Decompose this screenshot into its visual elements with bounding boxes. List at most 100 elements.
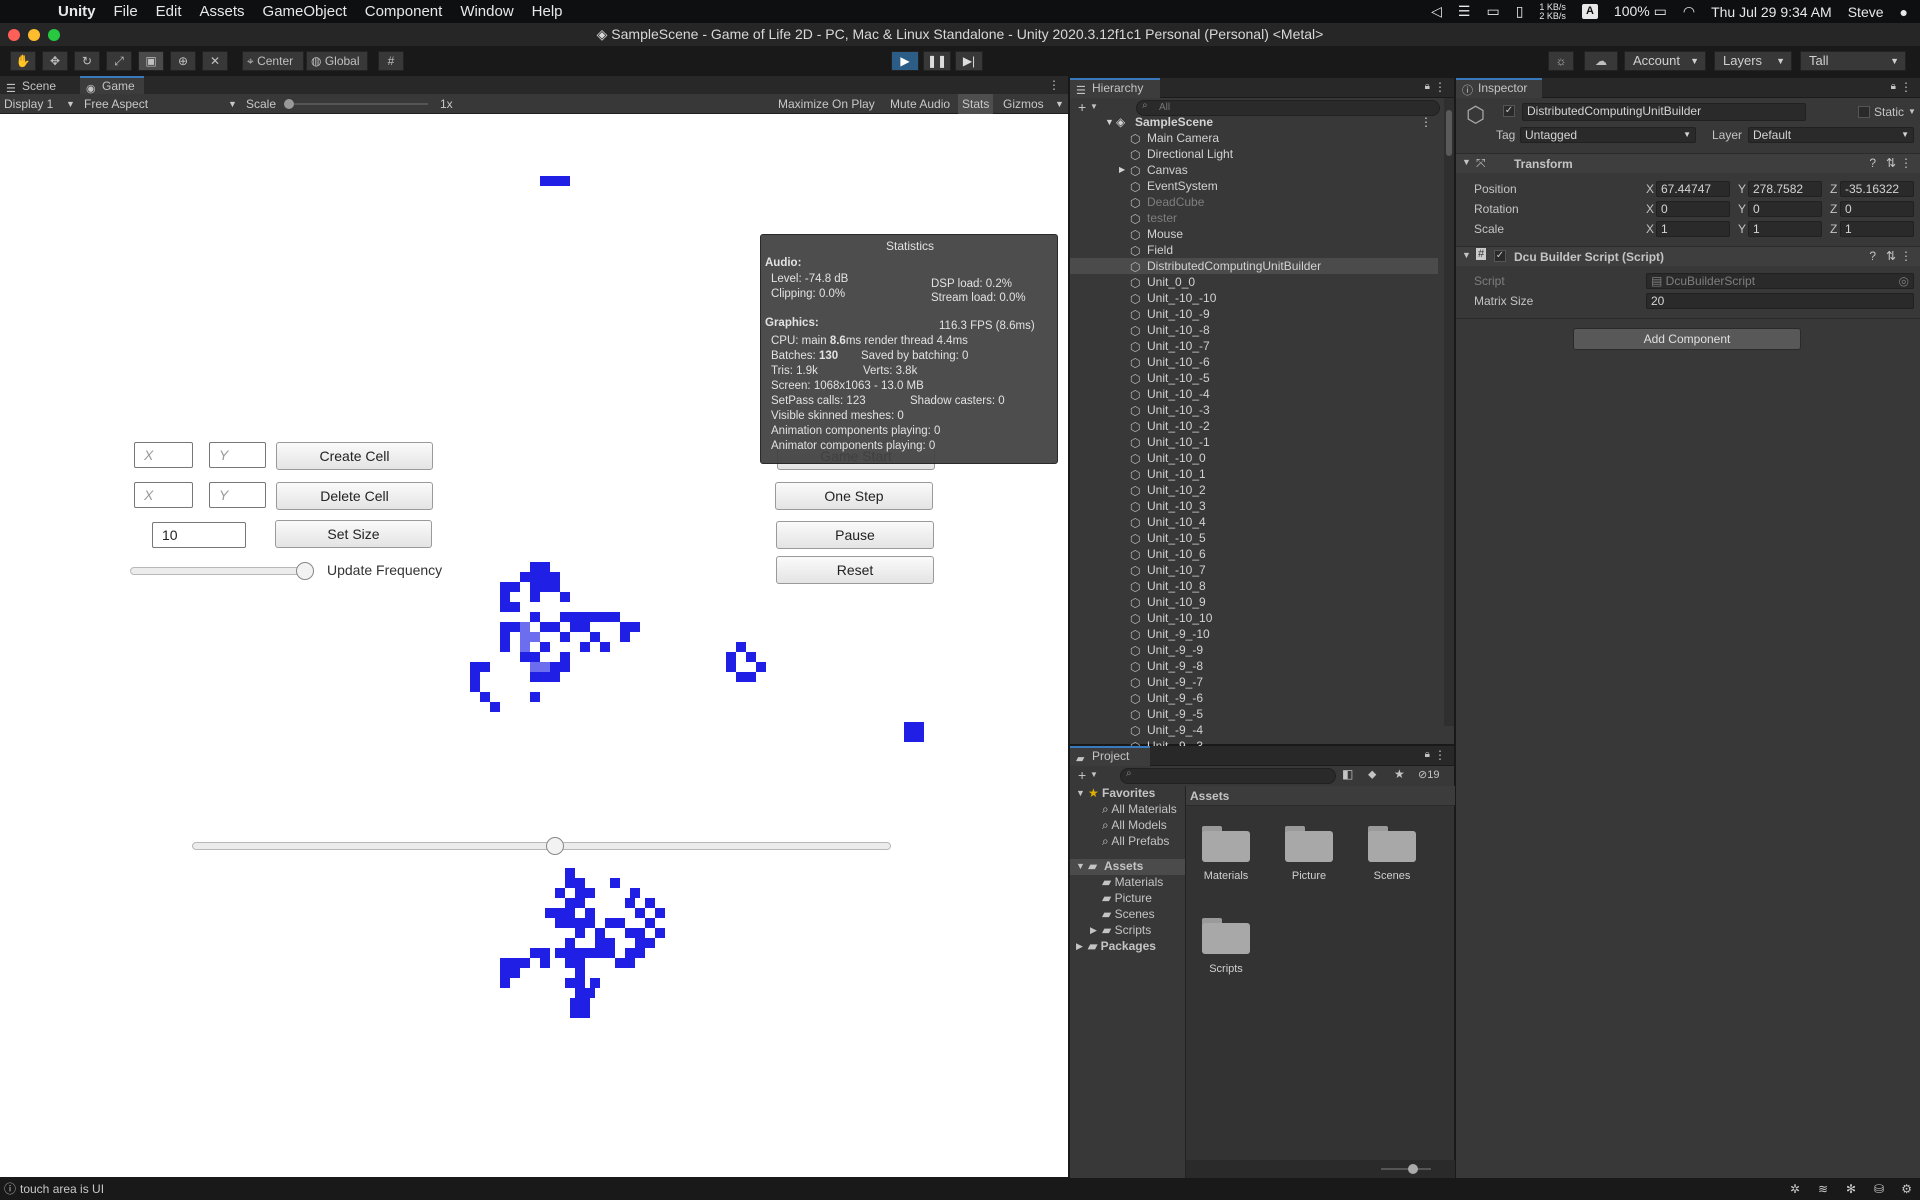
hierarchy-item[interactable]: ⬡ Unit_-10_-10 xyxy=(1070,290,1438,306)
expand-arrow-icon[interactable]: ▶ xyxy=(1119,162,1125,178)
preset-icon[interactable]: ⇅ xyxy=(1886,249,1896,263)
label-icon[interactable]: ⬥ xyxy=(1368,767,1376,782)
bottom-slider[interactable] xyxy=(192,842,891,850)
delete-x-input[interactable]: X xyxy=(134,482,193,508)
script-component-header[interactable]: ▼ # ✓ Dcu Builder Script (Script) ? ⇅ ⋮ xyxy=(1456,246,1920,266)
component-menu-icon[interactable]: ⋮ xyxy=(1900,249,1912,263)
game-view[interactable]: X Y Create Cell X Y Delete Cell 10 Set S… xyxy=(0,114,1068,1177)
hierarchy-item[interactable]: ⬡ Field xyxy=(1070,242,1438,258)
object-name-input[interactable]: DistributedComputingUnitBuilder xyxy=(1522,103,1806,121)
tab-game[interactable]: ◉ Game xyxy=(80,76,144,96)
rect-tool-icon[interactable]: ▣ xyxy=(138,51,164,71)
pause-button[interactable]: Pause xyxy=(776,521,934,549)
preset-icon[interactable]: ⇅ xyxy=(1886,156,1896,170)
create-cell-button[interactable]: Create Cell xyxy=(276,442,433,470)
expand-arrow-icon[interactable]: ▶ xyxy=(1076,941,1083,952)
active-checkbox[interactable]: ✓ xyxy=(1503,105,1515,117)
clock[interactable]: Thu Jul 29 9:34 AM xyxy=(1711,4,1832,20)
hierarchy-item[interactable]: ⬡ Unit_0_0 xyxy=(1070,274,1438,290)
tree-materials[interactable]: ▰ Materials xyxy=(1102,875,1163,889)
matrix-size-field[interactable]: 20 xyxy=(1646,293,1914,309)
size-input[interactable]: 10 xyxy=(152,522,246,548)
favorite-all-prefabs[interactable]: ⌕ All Prefabs xyxy=(1102,834,1169,849)
scale-slider-handle[interactable] xyxy=(284,99,294,109)
bottom-slider-handle[interactable] xyxy=(546,837,565,855)
gizmos-toggle[interactable]: Gizmos xyxy=(1003,97,1044,111)
one-step-button[interactable]: One Step xyxy=(775,482,933,510)
cache-icon[interactable]: ⛁ xyxy=(1874,1178,1884,1200)
menu-help[interactable]: Help xyxy=(532,3,563,20)
step-button[interactable]: ▶| xyxy=(955,51,983,71)
progress-icon[interactable]: ≋ xyxy=(1818,1178,1828,1200)
component-menu-icon[interactable]: ⋮ xyxy=(1900,156,1912,170)
close-window-button[interactable] xyxy=(8,29,20,41)
script-enabled-checkbox[interactable]: ✓ xyxy=(1494,250,1506,262)
display-icon[interactable]: ▭ xyxy=(1486,3,1499,20)
chevron-down-icon[interactable]: ▼ xyxy=(1908,107,1916,116)
expand-arrow-icon[interactable]: ▼ xyxy=(1076,788,1085,798)
favorite-all-materials[interactable]: ⌕ All Materials xyxy=(1102,802,1177,817)
favorite-all-models[interactable]: ⌕ All Models xyxy=(1102,818,1167,833)
scale-y-field[interactable]: 1 xyxy=(1748,221,1822,237)
maximize-on-play-toggle[interactable]: Maximize On Play xyxy=(778,97,875,111)
hierarchy-item[interactable]: ▶ ⬡ Canvas xyxy=(1070,162,1438,178)
settings-icon[interactable]: ⚙ xyxy=(1901,1178,1912,1200)
battery-status[interactable]: 100% ▭ xyxy=(1614,3,1667,20)
input-source-icon[interactable]: A xyxy=(1581,4,1598,19)
breadcrumb-assets[interactable]: Assets xyxy=(1190,789,1229,803)
hierarchy-item[interactable]: ⬡ Unit_-10_-9 xyxy=(1070,306,1438,322)
tab-project[interactable]: ▰ Project xyxy=(1070,746,1150,766)
hierarchy-item[interactable]: ⬡ Main Camera xyxy=(1070,130,1438,146)
hierarchy-item[interactable]: ⬡ EventSystem xyxy=(1070,178,1438,194)
expand-arrow-icon[interactable]: ▼ xyxy=(1105,114,1114,130)
menu-window[interactable]: Window xyxy=(460,3,513,20)
transform-tool-icon[interactable]: ⊕ xyxy=(170,51,196,71)
scale-z-field[interactable]: 1 xyxy=(1840,221,1914,237)
hierarchy-item[interactable]: ⬡ Unit_-10_8 xyxy=(1070,578,1438,594)
menu-assets[interactable]: Assets xyxy=(200,3,245,20)
position-x-field[interactable]: 67.44747 xyxy=(1656,181,1730,197)
transform-header[interactable]: ▼ ⤧ Transform ? ⇅ ⋮ xyxy=(1456,153,1920,173)
folder-scenes-label[interactable]: Scenes xyxy=(1352,870,1432,882)
lock-icon[interactable]: 🔒︎ xyxy=(1891,81,1896,92)
hierarchy-item[interactable]: ⬡ Unit_-10_10 xyxy=(1070,610,1438,626)
position-y-field[interactable]: 278.7582 xyxy=(1748,181,1822,197)
status-message[interactable]: touch area is UI xyxy=(20,1178,104,1200)
chevron-down-icon[interactable]: ▼ xyxy=(1090,102,1098,111)
phone-icon[interactable]: ▯ xyxy=(1516,3,1524,20)
hidden-packages-toggle[interactable]: ⊘19 xyxy=(1418,768,1439,781)
hierarchy-item[interactable]: ⬡ DeadCube xyxy=(1070,194,1438,210)
filter-type-icon[interactable]: ◧ xyxy=(1342,767,1353,781)
lock-icon[interactable]: 🔒︎ xyxy=(1425,81,1430,92)
hierarchy-item[interactable]: ⬡ Mouse xyxy=(1070,226,1438,242)
hierarchy-scroll-thumb[interactable] xyxy=(1446,110,1452,156)
hierarchy-item[interactable]: ⬡ DistributedComputingUnitBuilder xyxy=(1070,258,1438,274)
expand-arrow-icon[interactable]: ▼ xyxy=(1076,861,1085,871)
user-name[interactable]: Steve xyxy=(1848,4,1884,20)
add-icon[interactable]: + xyxy=(1078,99,1086,115)
pause-play-button[interactable]: ❚❚ xyxy=(923,51,951,71)
hierarchy-item[interactable]: ⬡ Unit_-10_-7 xyxy=(1070,338,1438,354)
hierarchy-item[interactable]: ⬡ Unit_-10_0 xyxy=(1070,450,1438,466)
create-x-input[interactable]: X xyxy=(134,442,193,468)
hierarchy-item[interactable]: ⬡ Unit_-10_5 xyxy=(1070,530,1438,546)
rotation-z-field[interactable]: 0 xyxy=(1840,201,1914,217)
menu-gameobject[interactable]: GameObject xyxy=(263,3,347,20)
delete-cell-button[interactable]: Delete Cell xyxy=(276,482,433,510)
delete-y-input[interactable]: Y xyxy=(209,482,266,508)
minimize-window-button[interactable] xyxy=(28,29,40,41)
menu-edit[interactable]: Edit xyxy=(156,3,182,20)
pivot-global-toggle[interactable]: ◍ Global xyxy=(306,51,368,71)
hierarchy-item[interactable]: ⬡ tester xyxy=(1070,210,1438,226)
layout-dropdown[interactable]: Tall ▼ xyxy=(1800,51,1906,71)
bug-icon[interactable]: ✻ xyxy=(1846,1178,1856,1200)
scale-tool-icon[interactable]: ⤢ xyxy=(106,51,132,71)
display-select[interactable]: Display 1 xyxy=(4,97,53,111)
folder-scripts-label[interactable]: Scripts xyxy=(1186,963,1266,975)
rotation-y-field[interactable]: 0 xyxy=(1748,201,1822,217)
tree-scenes[interactable]: ▰ Scenes xyxy=(1102,907,1155,921)
hierarchy-item[interactable]: ⬡ Unit_-10_4 xyxy=(1070,514,1438,530)
move-tool-icon[interactable]: ✥ xyxy=(42,51,68,71)
scale-slider-track[interactable] xyxy=(288,103,428,105)
services-icon[interactable]: ☼ xyxy=(1548,51,1574,71)
